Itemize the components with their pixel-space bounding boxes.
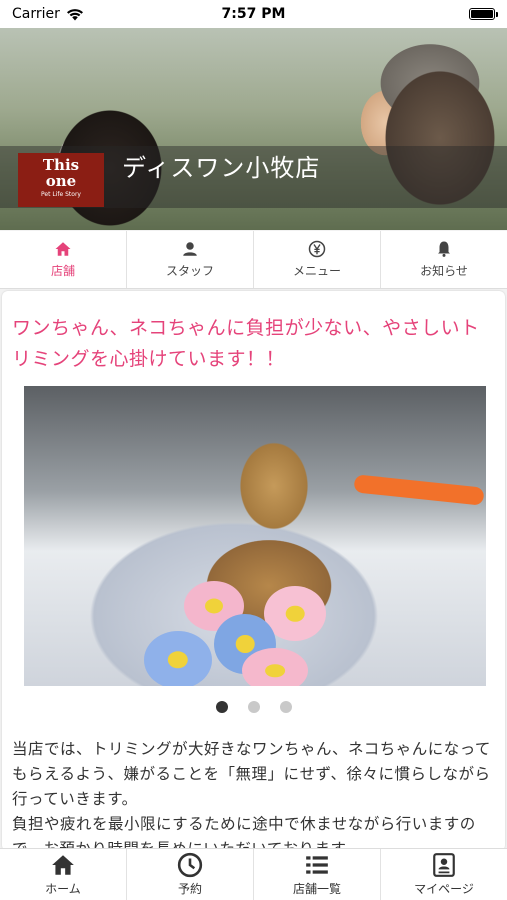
home-icon: [55, 242, 71, 256]
headline: ワンちゃん、ネコちゃんに負担が少ない、やさしいトリミングを心掛けています！！: [12, 317, 480, 370]
flower-pink: [242, 648, 308, 686]
battery-icon: [469, 8, 498, 20]
nav-mypage[interactable]: マイページ: [381, 849, 507, 900]
id-card-icon: [433, 853, 455, 877]
tab-shop[interactable]: 店舗: [0, 231, 127, 288]
bell-icon: [438, 241, 450, 257]
status-time: 7:57 PM: [221, 6, 286, 22]
shop-tabs: 店舗 スタッフ メニュー お知らせ: [0, 231, 507, 289]
nav-shop-list[interactable]: 店舗一覧: [254, 849, 381, 900]
yen-icon: [308, 240, 326, 258]
tab-news[interactable]: お知らせ: [381, 231, 507, 288]
person-icon: [183, 242, 197, 256]
description-text: 当店では、トリミングが大好きなワンちゃん、ネコちゃんになってもらえるよう、嫌がる…: [12, 740, 491, 851]
clock-icon: [177, 852, 203, 878]
bottom-nav: ホーム 予約 店舗一覧 マイページ: [0, 848, 507, 900]
content-card: ワンちゃん、ネコちゃんに負担が少ない、やさしいトリミングを心掛けています！！ 当…: [2, 291, 505, 851]
carousel-dot-2[interactable]: [247, 701, 260, 713]
flower-blue: [144, 631, 212, 686]
hose-shape: [353, 474, 485, 506]
nav-home[interactable]: ホーム: [0, 849, 127, 900]
status-left: Carrier: [12, 6, 84, 22]
nav-reserve[interactable]: 予約: [127, 849, 254, 900]
tab-staff[interactable]: スタッフ: [127, 231, 254, 288]
shop-name: ディスワン小牧店: [122, 154, 321, 182]
home-icon: [52, 855, 74, 875]
carousel-dot-1[interactable]: [215, 701, 228, 713]
tab-menu[interactable]: メニュー: [254, 231, 381, 288]
shop-logo: This one Pet Life Story: [18, 153, 104, 207]
status-bar: Carrier 7:57 PM: [0, 0, 507, 28]
carousel-image[interactable]: [24, 386, 486, 686]
wifi-icon: [66, 8, 83, 20]
hero-banner: This one Pet Life Story ディスワン小牧店: [0, 28, 507, 230]
list-icon: [306, 856, 328, 874]
carousel-dot-3[interactable]: [279, 701, 292, 713]
carousel-dots: [2, 701, 505, 713]
carrier-label: Carrier: [12, 6, 60, 22]
